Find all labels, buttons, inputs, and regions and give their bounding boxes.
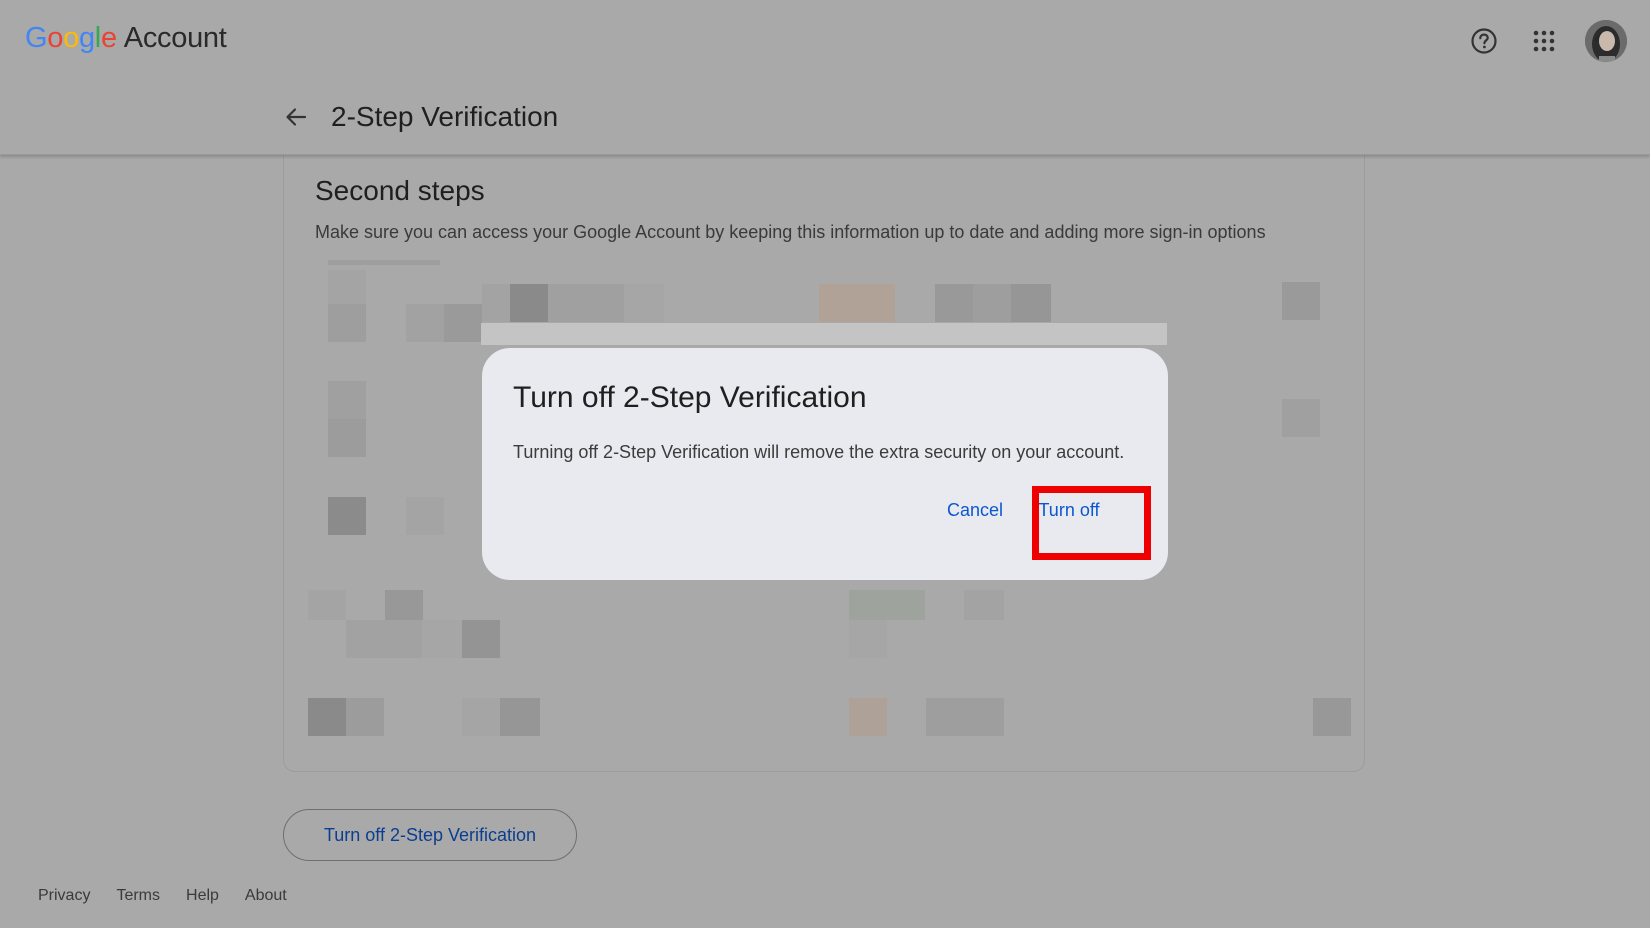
apps-button[interactable] [1523, 20, 1565, 62]
confirm-turn-off-button[interactable]: Turn off [1019, 485, 1119, 535]
logo-letter: g [78, 22, 95, 54]
section-description: Make sure you can access your Google Acc… [315, 222, 1266, 242]
footer-link-terms[interactable]: Terms [116, 887, 160, 905]
help-button[interactable] [1463, 20, 1505, 62]
redacted-block [926, 698, 1004, 736]
redacted-block [849, 620, 887, 658]
redacted-block [548, 284, 624, 322]
footer-link-about[interactable]: About [245, 887, 287, 905]
logo-letter: e [100, 22, 117, 54]
redacted-block [500, 698, 540, 736]
redacted-block [406, 304, 444, 342]
redacted-block [935, 284, 973, 322]
user-avatar-icon [1585, 20, 1627, 62]
page: Google Account 2-Step Verification Secon… [0, 0, 1650, 928]
dialog-backdrop-strip [481, 323, 1167, 345]
logo-letter: o [63, 22, 79, 54]
help-circle-icon [1471, 28, 1497, 54]
redacted-block [346, 620, 422, 658]
redacted-block [1011, 284, 1051, 322]
redacted-block [462, 698, 500, 736]
google-wordmark: Google [25, 22, 117, 55]
redacted-block [849, 590, 925, 620]
redacted-block [973, 284, 1011, 322]
logo-letter: G [25, 22, 48, 54]
cancel-button[interactable]: Cancel [942, 485, 1008, 535]
redacted-block [482, 284, 510, 322]
redacted-block [462, 620, 500, 658]
footer-link-privacy[interactable]: Privacy [38, 887, 90, 905]
redacted-block [328, 381, 366, 419]
logo-letter: o [47, 22, 64, 54]
redacted-block [385, 590, 423, 620]
redacted-block [1282, 399, 1320, 437]
redacted-block [328, 260, 440, 265]
dialog-title: Turn off 2-Step Verification [513, 381, 867, 414]
redacted-block [444, 304, 482, 342]
arrow-back-icon [286, 108, 307, 126]
apps-grid-icon [1533, 30, 1555, 52]
back-button[interactable] [278, 99, 314, 135]
redacted-block [819, 284, 895, 322]
redacted-block [849, 698, 887, 736]
redacted-block [308, 698, 346, 736]
dialog-body: Turning off 2-Step Verification will rem… [513, 442, 1125, 462]
redacted-block [346, 698, 384, 736]
account-wordmark: Account [123, 22, 227, 54]
footer: Privacy Terms Help About [38, 887, 287, 905]
redacted-block [1282, 282, 1320, 320]
redacted-block [308, 590, 346, 620]
redacted-block [328, 497, 366, 535]
redacted-block [328, 304, 366, 342]
turn-off-dialog: Turn off 2-Step Verification Turning off… [482, 348, 1168, 580]
page-title: 2-Step Verification [331, 101, 559, 132]
redacted-block [422, 620, 462, 658]
page-header: 2-Step Verification [0, 84, 1650, 155]
section-title: Second steps [315, 175, 485, 206]
turn-off-2sv-button[interactable]: Turn off 2-Step Verification [283, 809, 577, 861]
redacted-block [964, 590, 1004, 620]
google-account-logo[interactable]: Google Account [25, 22, 227, 55]
avatar[interactable] [1585, 20, 1627, 62]
redacted-block [510, 284, 548, 322]
redacted-block [328, 419, 366, 457]
redacted-block [624, 284, 664, 322]
redacted-block [406, 497, 444, 535]
redacted-block [328, 270, 366, 304]
top-app-bar: Google Account [0, 0, 1650, 84]
redacted-block [1313, 698, 1351, 736]
footer-link-help[interactable]: Help [186, 887, 219, 905]
